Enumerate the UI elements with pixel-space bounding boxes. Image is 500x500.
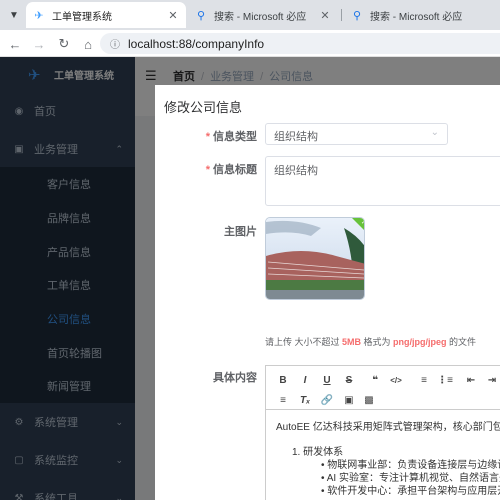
upload-tip-middle: 格式为 <box>361 337 394 347</box>
search-icon: ⚲ <box>352 9 362 22</box>
quote-icon[interactable]: ❝ <box>367 372 383 388</box>
underline-icon[interactable]: U <box>319 372 335 388</box>
upload-tip-formats: png/jpg/jpeg <box>393 337 447 347</box>
content-label-text: 具体内容 <box>213 372 257 384</box>
dialog-title: 修改公司信息 <box>164 100 243 115</box>
info-title-label-text: 信息标题 <box>213 164 257 176</box>
browser-tab-active[interactable]: ✈ 工单管理系统 ✕ <box>26 2 186 28</box>
info-type-select[interactable]: 组织结构 ⌄ <box>265 123 448 145</box>
info-title-textarea[interactable]: 组织结构 <box>265 156 500 206</box>
forward-icon[interactable]: → <box>30 35 48 53</box>
info-type-value: 组织结构 <box>274 131 318 143</box>
editor-list-item: • AI 实验室：专注计算机视觉、自然语言处理技术 <box>321 473 500 484</box>
editor-toolbar: B I U S ❝ </> ≡ ⋮≡ ⇤ ⇥ ≡ Tₓ 🔗 ▣ ▩ <box>266 366 500 410</box>
indent-icon[interactable]: ⇥ <box>484 372 500 388</box>
outdent-icon[interactable]: ⇤ <box>463 372 479 388</box>
info-icon[interactable]: ⓘ <box>110 36 120 51</box>
align-icon[interactable]: ≡ <box>275 392 291 408</box>
bullet-list-icon[interactable]: ⋮≡ <box>437 372 453 388</box>
reload-icon[interactable]: ↻ <box>55 35 73 53</box>
video-icon[interactable]: ▩ <box>361 392 377 408</box>
required-mark: * <box>205 131 210 143</box>
editor-content[interactable]: AutoEE 亿达科技采用矩阵式管理架构，核心部门包括： 1. 研发体系 • 物… <box>266 410 500 500</box>
browser-tab[interactable]: ⚲ 搜索 - Microsoft 必应 <box>344 2 500 28</box>
back-icon[interactable]: ← <box>6 35 24 53</box>
code-icon[interactable]: </> <box>388 372 404 388</box>
tab-search-icon[interactable]: ▼ <box>4 5 24 25</box>
strikethrough-icon[interactable]: S <box>341 372 357 388</box>
bold-icon[interactable]: B <box>275 372 291 388</box>
chevron-down-icon: ⌄ <box>430 127 439 138</box>
info-type-label: * 信息类型 <box>157 128 257 144</box>
upload-tip-size: 5MB <box>342 337 362 347</box>
plane-icon: ✈ <box>34 9 44 22</box>
svg-text:✓: ✓ <box>361 219 365 226</box>
browser-tab[interactable]: ⚲ 搜索 - Microsoft 必应 ✕ <box>188 2 338 28</box>
rich-text-editor: B I U S ❝ </> ≡ ⋮≡ ⇤ ⇥ ≡ Tₓ 🔗 ▣ ▩ AutoEE… <box>265 365 500 500</box>
main-image-label: 主图片 <box>157 223 257 239</box>
browser-tab-bar: ▼ ✈ 工单管理系统 ✕ ⚲ 搜索 - Microsoft 必应 ✕ ⚲ 搜索 … <box>0 0 500 30</box>
browser-toolbar: ← → ↻ ⌂ ⓘ localhost:88/companyInfo <box>0 30 500 57</box>
editor-list-item: • 软件开发中心：承担平台架构与应用层开发 <box>321 486 500 497</box>
content-label: 具体内容 <box>157 369 257 385</box>
tab-title: 工单管理系统 <box>52 11 112 23</box>
url-text: localhost:88/companyInfo <box>128 36 265 51</box>
close-icon[interactable]: ✕ <box>318 9 332 22</box>
clear-format-icon[interactable]: Tₓ <box>297 392 313 408</box>
main-image-label-text: 主图片 <box>224 226 257 238</box>
tab-title: 搜索 - Microsoft 必应 <box>370 11 463 23</box>
address-bar[interactable]: ⓘ localhost:88/companyInfo <box>100 33 500 54</box>
link-icon[interactable]: 🔗 <box>319 392 335 408</box>
info-title-value: 组织结构 <box>274 165 318 177</box>
image-icon[interactable]: ▣ <box>341 392 357 408</box>
ordered-list-icon[interactable]: ≡ <box>416 372 432 388</box>
info-title-label: * 信息标题 <box>157 161 257 177</box>
editor-paragraph: AutoEE 亿达科技采用矩阵式管理架构，核心部门包括： <box>276 422 500 433</box>
upload-tip-suffix: 的文件 <box>446 337 477 347</box>
search-icon: ⚲ <box>196 9 206 22</box>
upload-tip-prefix: 请上传 大小不超过 <box>265 337 343 347</box>
info-type-label-text: 信息类型 <box>213 131 257 143</box>
upload-tip: 请上传 大小不超过 5MB 格式为 png/jpg/jpeg 的文件 <box>265 335 476 348</box>
edit-company-dialog: 修改公司信息 * 信息类型 组织结构 ⌄ * 信息标题 组织结构 主图片 请上传… <box>155 85 500 500</box>
required-mark: * <box>205 164 210 176</box>
editor-list-heading: 1. 研发体系 <box>292 447 344 458</box>
tab-divider <box>341 9 342 21</box>
tab-title: 搜索 - Microsoft 必应 <box>214 11 307 23</box>
home-icon[interactable]: ⌂ <box>79 35 97 53</box>
close-icon[interactable]: ✕ <box>166 9 180 22</box>
building-photo: ✓ <box>266 218 365 299</box>
main-image-card[interactable]: ✓ <box>265 217 365 300</box>
italic-icon[interactable]: I <box>297 372 313 388</box>
